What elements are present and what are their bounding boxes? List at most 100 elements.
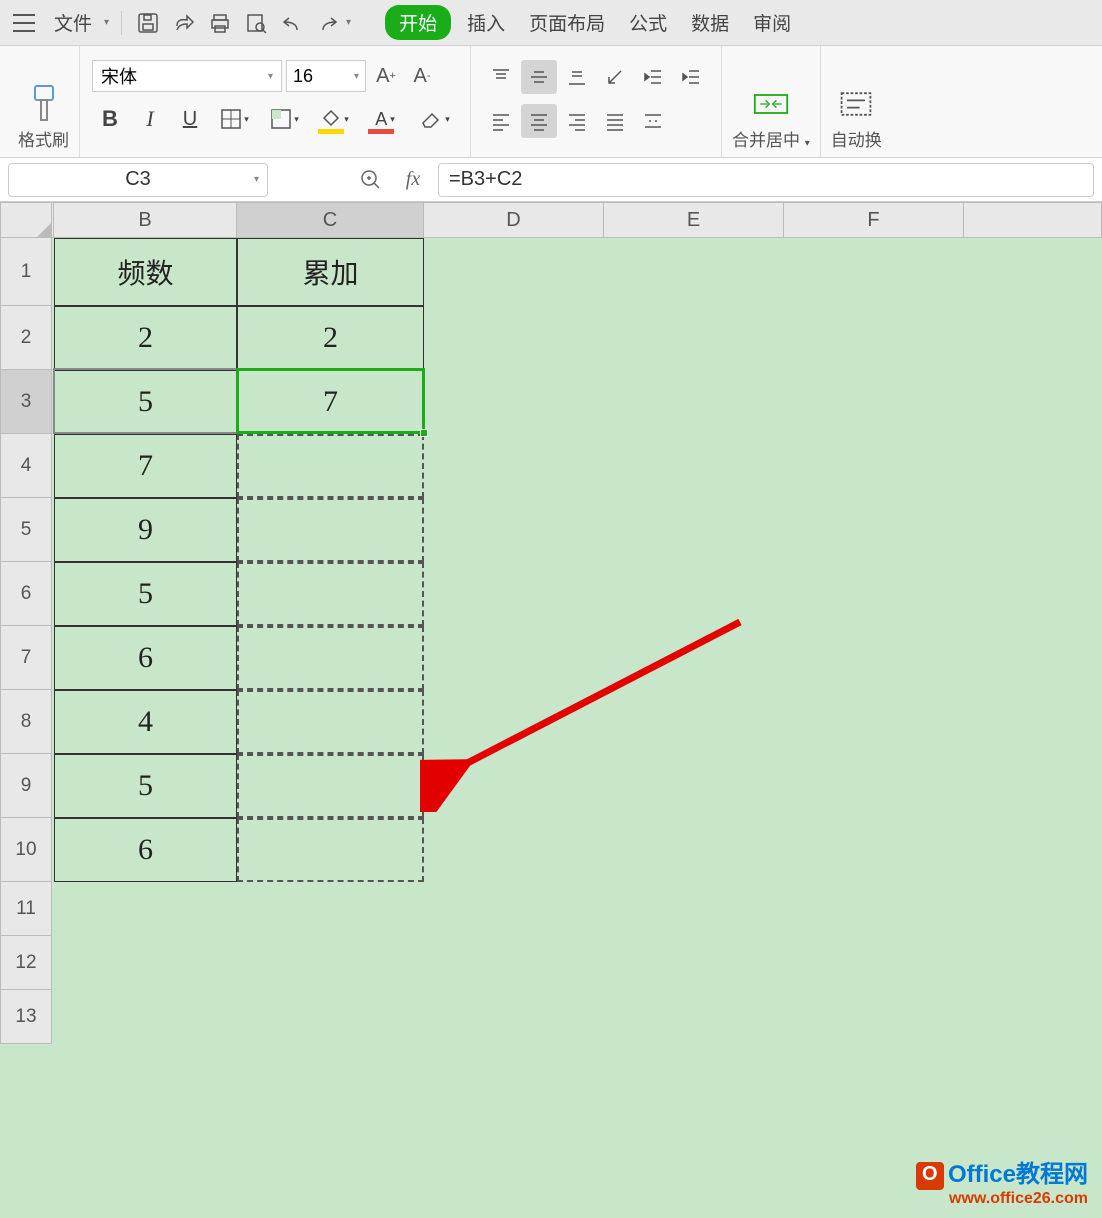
fill-color-button[interactable]: ▾ bbox=[312, 102, 358, 136]
row-header[interactable]: 1 bbox=[0, 238, 52, 306]
align-top-icon[interactable] bbox=[483, 60, 519, 94]
tab-layout[interactable]: 页面布局 bbox=[521, 9, 613, 36]
cell[interactable] bbox=[237, 754, 424, 818]
col-header-g[interactable] bbox=[964, 202, 1102, 238]
cell[interactable]: 5 bbox=[54, 370, 237, 434]
cell[interactable]: 5 bbox=[54, 754, 237, 818]
share-icon[interactable] bbox=[170, 9, 198, 37]
select-all-corner[interactable] bbox=[0, 202, 52, 238]
cell[interactable] bbox=[237, 498, 424, 562]
cell[interactable]: 2 bbox=[54, 306, 237, 370]
underline-button[interactable]: U bbox=[172, 102, 208, 136]
cell[interactable] bbox=[237, 818, 424, 882]
format-painter-label: 格式刷 bbox=[18, 126, 69, 151]
save-icon[interactable] bbox=[134, 9, 162, 37]
spreadsheet-grid[interactable]: B C D E F 1 2 3 4 5 6 7 8 9 10 11 12 13 … bbox=[0, 202, 1102, 1218]
increase-indent-icon[interactable] bbox=[673, 60, 709, 94]
align-middle-icon[interactable] bbox=[521, 60, 557, 94]
formula-bar: C3 ▾ fx =B3+C2 bbox=[0, 158, 1102, 202]
col-header-d[interactable]: D bbox=[424, 202, 604, 238]
cell[interactable]: 累加 bbox=[237, 238, 424, 306]
print-icon[interactable] bbox=[206, 9, 234, 37]
align-right-icon[interactable] bbox=[559, 104, 595, 138]
orientation-icon[interactable] bbox=[597, 60, 633, 94]
row-header[interactable]: 3 bbox=[0, 370, 52, 434]
file-dropdown-icon[interactable]: ▾ bbox=[104, 17, 109, 28]
column-headers: B C D E F bbox=[52, 202, 1102, 238]
fx-icon[interactable]: fx bbox=[396, 168, 430, 191]
watermark: Office教程网 www.office26.com bbox=[916, 1154, 1088, 1208]
undo-icon[interactable] bbox=[278, 9, 306, 37]
decrease-indent-icon[interactable] bbox=[635, 60, 671, 94]
print-preview-icon[interactable] bbox=[242, 9, 270, 37]
row-header[interactable]: 4 bbox=[0, 434, 52, 498]
cell[interactable]: 9 bbox=[54, 498, 237, 562]
wrap-group[interactable]: 自动换 bbox=[821, 46, 892, 157]
border-button[interactable]: ▾ bbox=[212, 102, 258, 136]
qat-more-icon[interactable]: ▾ bbox=[346, 17, 351, 28]
col-header-b[interactable]: B bbox=[54, 202, 237, 238]
cell[interactable]: 7 bbox=[237, 370, 424, 434]
row-header[interactable]: 2 bbox=[0, 306, 52, 370]
cell[interactable]: 5 bbox=[54, 562, 237, 626]
font-name-select[interactable]: 宋体▾ bbox=[92, 60, 282, 92]
distribute-icon[interactable] bbox=[635, 104, 671, 138]
redo-icon[interactable] bbox=[314, 9, 342, 37]
eraser-button[interactable]: ▾ bbox=[412, 102, 458, 136]
justify-icon[interactable] bbox=[597, 104, 633, 138]
align-left-icon[interactable] bbox=[483, 104, 519, 138]
tab-start[interactable]: 开始 bbox=[385, 5, 451, 40]
merge-group[interactable]: 合并居中 ▾ bbox=[722, 46, 821, 157]
row-header[interactable]: 12 bbox=[0, 936, 52, 990]
bold-button[interactable]: B bbox=[92, 102, 128, 136]
row-header[interactable]: 7 bbox=[0, 626, 52, 690]
cell-style-button[interactable]: ▾ bbox=[262, 102, 308, 136]
cell[interactable] bbox=[237, 562, 424, 626]
cell[interactable]: 4 bbox=[54, 690, 237, 754]
menu-bar: 文件 ▾ ▾ 开始 插入 页面布局 公式 数据 审阅 bbox=[0, 0, 1102, 46]
cell[interactable] bbox=[237, 690, 424, 754]
name-box-dropdown-icon[interactable]: ▾ bbox=[254, 174, 259, 185]
row-header[interactable]: 5 bbox=[0, 498, 52, 562]
decrease-font-icon[interactable]: A- bbox=[406, 60, 438, 92]
tab-insert[interactable]: 插入 bbox=[459, 9, 513, 36]
cell[interactable]: 频数 bbox=[54, 238, 237, 306]
wrap-text-label: 自动换 bbox=[831, 126, 882, 151]
fill-handle[interactable] bbox=[420, 429, 428, 437]
tab-review[interactable]: 审阅 bbox=[745, 9, 799, 36]
align-center-icon[interactable] bbox=[521, 104, 557, 138]
tab-data[interactable]: 数据 bbox=[683, 9, 737, 36]
zoom-formula-icon[interactable] bbox=[354, 168, 388, 192]
font-color-button[interactable]: A▾ bbox=[362, 102, 408, 136]
col-header-c[interactable]: C bbox=[237, 202, 424, 238]
row-header[interactable]: 10 bbox=[0, 818, 52, 882]
row-header[interactable]: 9 bbox=[0, 754, 52, 818]
cell[interactable]: 2 bbox=[237, 306, 424, 370]
cell[interactable] bbox=[237, 626, 424, 690]
row-header[interactable]: 8 bbox=[0, 690, 52, 754]
wrap-text-icon bbox=[838, 86, 874, 122]
formula-input[interactable]: =B3+C2 bbox=[438, 163, 1094, 197]
annotation-arrow-icon bbox=[420, 612, 760, 812]
col-header-e[interactable]: E bbox=[604, 202, 784, 238]
font-size-select[interactable]: 16▾ bbox=[286, 60, 366, 92]
cell[interactable] bbox=[237, 434, 424, 498]
ribbon: 格式刷 宋体▾ 16▾ A+ A- B I U ▾ ▾ ▾ A▾ ▾ bbox=[0, 46, 1102, 158]
increase-font-icon[interactable]: A+ bbox=[370, 60, 402, 92]
format-painter-group[interactable]: 格式刷 bbox=[0, 46, 80, 157]
tab-formula[interactable]: 公式 bbox=[621, 9, 675, 36]
format-painter-icon bbox=[26, 86, 62, 122]
row-header[interactable]: 13 bbox=[0, 990, 52, 1044]
cell[interactable]: 6 bbox=[54, 818, 237, 882]
italic-button[interactable]: I bbox=[132, 102, 168, 136]
align-bottom-icon[interactable] bbox=[559, 60, 595, 94]
cell[interactable]: 6 bbox=[54, 626, 237, 690]
file-menu[interactable]: 文件 bbox=[46, 9, 100, 36]
cell[interactable]: 7 bbox=[54, 434, 237, 498]
font-group: 宋体▾ 16▾ A+ A- B I U ▾ ▾ ▾ A▾ ▾ bbox=[80, 46, 471, 157]
menu-hamburger-icon[interactable] bbox=[10, 9, 38, 37]
name-box[interactable]: C3 ▾ bbox=[8, 163, 268, 197]
col-header-f[interactable]: F bbox=[784, 202, 964, 238]
row-header[interactable]: 6 bbox=[0, 562, 52, 626]
row-header[interactable]: 11 bbox=[0, 882, 52, 936]
